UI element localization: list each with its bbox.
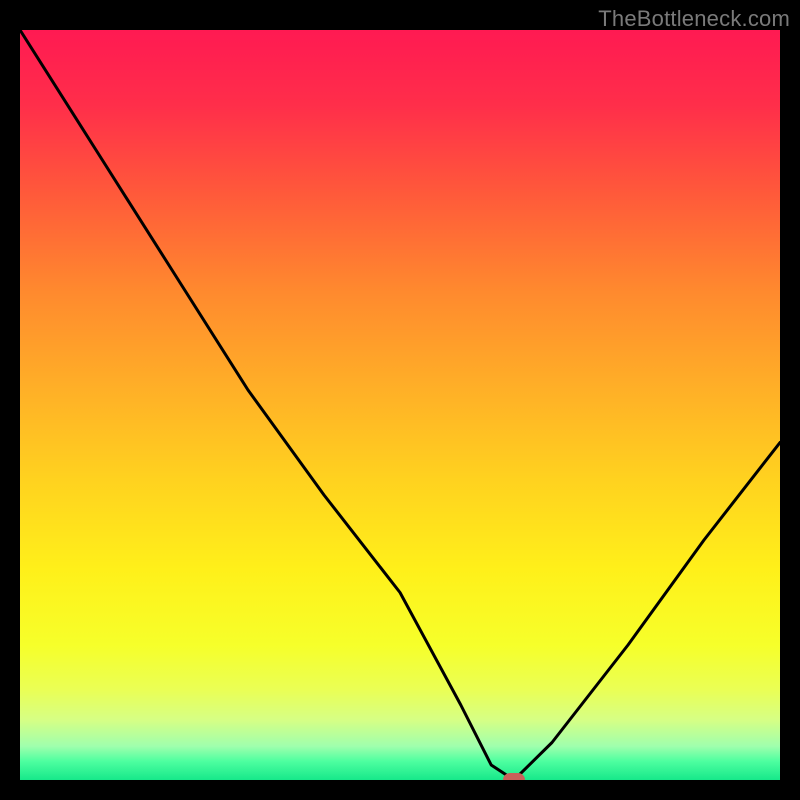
gradient-background xyxy=(20,30,780,780)
chart-plot xyxy=(20,30,780,780)
watermark-text: TheBottleneck.com xyxy=(598,6,790,32)
chart-svg xyxy=(20,30,780,780)
chart-container: TheBottleneck.com xyxy=(0,0,800,800)
